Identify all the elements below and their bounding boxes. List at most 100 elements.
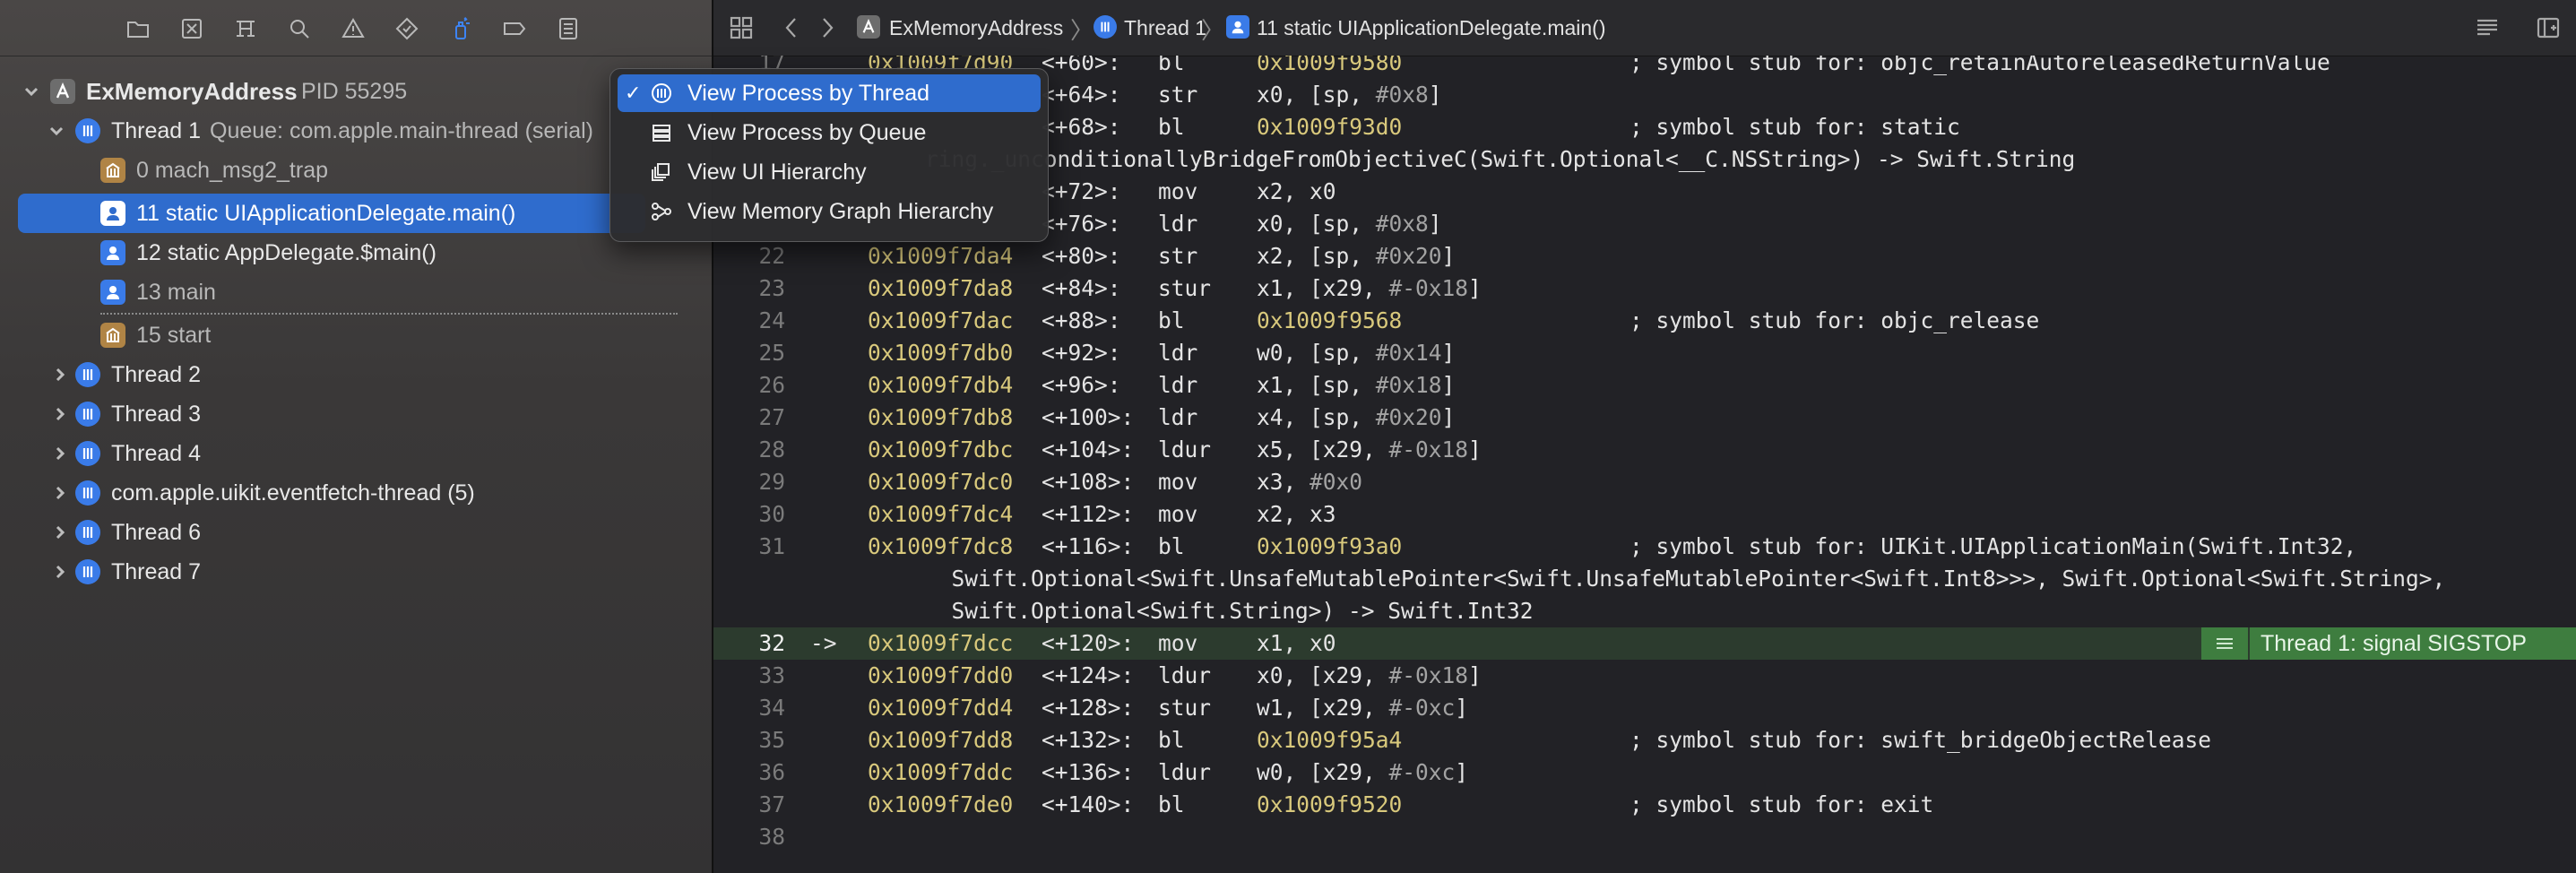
symbol-comment: ; symbol stub for: swift_bridgeObjectRel… bbox=[1629, 727, 2212, 753]
thread-row[interactable]: com.apple.uikit.eventfetch-thread (5) bbox=[0, 473, 712, 513]
chevron-right-icon[interactable] bbox=[50, 444, 70, 463]
line-number: 26 bbox=[758, 372, 785, 398]
thread-row[interactable]: Thread 6 bbox=[0, 513, 712, 552]
instruction-offset: <+76>: bbox=[1042, 211, 1121, 237]
breadcrumb-thread[interactable]: Thread 1 bbox=[1124, 13, 1206, 43]
user-code-icon bbox=[100, 240, 125, 265]
breadcrumb-frame[interactable]: 11 static UIApplicationDelegate.main() bbox=[1257, 13, 1605, 43]
thread-row[interactable]: Thread 7 bbox=[0, 552, 712, 592]
process-row[interactable]: ExMemoryAddress PID 55295 bbox=[0, 72, 712, 111]
related-items-grid-icon[interactable] bbox=[726, 13, 756, 43]
code-line[interactable]: 31 0x1009f7dc8 <+116>: bl 0x1009f93a0 ; symbo… bbox=[713, 531, 2576, 563]
stack-frame-row[interactable]: 15 start bbox=[0, 315, 712, 355]
stack-frame-label: 12 static AppDelegate.$main() bbox=[136, 239, 437, 265]
menu-item-view-process-by-thread[interactable]: ✓ View Process by Thread bbox=[618, 74, 1041, 112]
chevron-right-icon[interactable] bbox=[50, 365, 70, 385]
instruction-address: 0x1009f7db0 bbox=[868, 340, 1014, 366]
menu-item-view-memory-graph-hierarchy[interactable]: View Memory Graph Hierarchy bbox=[618, 193, 1041, 230]
stack-frame-row-selected[interactable]: 11 static UIApplicationDelegate.main() bbox=[0, 194, 712, 233]
stack-frame-row[interactable]: 13 main bbox=[0, 272, 712, 312]
operands: x1, x0 bbox=[1257, 630, 1336, 656]
symbol-comment: ; symbol stub for: objc_retainAutoreleas… bbox=[1629, 56, 2330, 75]
code-line[interactable]: 23 0x1009f7da8 <+84>: stur x1, [x29, #-0x18] bbox=[713, 272, 2576, 305]
thread-row[interactable]: Thread 3 bbox=[0, 394, 712, 434]
line-number: 34 bbox=[758, 695, 785, 721]
thread-row[interactable]: Thread 1 Queue: com.apple.main-thread (s… bbox=[0, 111, 712, 151]
code-line[interactable]: 33 0x1009f7dd0 <+124>: ldur x0, [x29, #-0x18… bbox=[713, 660, 2576, 692]
menu-item-view-ui-hierarchy[interactable]: View UI Hierarchy bbox=[618, 153, 1041, 191]
code-line[interactable]: 28 0x1009f7dbc <+104>: ldur x5, [x29, #-0x18… bbox=[713, 434, 2576, 466]
instruction-address: 0x1009f7db8 bbox=[868, 404, 1014, 430]
instruction-address: 0x1009f7dc8 bbox=[868, 533, 1014, 559]
chevron-down-icon[interactable] bbox=[47, 121, 66, 141]
operands: x2, x3 bbox=[1257, 501, 1336, 527]
line-number: 25 bbox=[758, 340, 785, 366]
thread-name: Thread 4 bbox=[111, 440, 202, 466]
current-instruction-line[interactable]: 32 -> 0x1009f7dcc <+120>: mov x1, x0 Thread 1:… bbox=[713, 627, 2576, 660]
chevron-right-icon[interactable] bbox=[50, 523, 70, 542]
stack-frame-row[interactable]: 12 static AppDelegate.$main() bbox=[0, 233, 712, 272]
menu-item-view-process-by-queue[interactable]: View Process by Queue bbox=[618, 114, 1041, 151]
chevron-down-icon[interactable] bbox=[22, 82, 41, 101]
code-line[interactable]: 25 0x1009f7db0 <+92>: ldr w0, [sp, #0x14] bbox=[713, 337, 2576, 369]
test-diamond-icon[interactable] bbox=[393, 14, 421, 43]
search-icon[interactable] bbox=[285, 14, 314, 43]
operands: x4, [sp, #0x20] bbox=[1257, 404, 1456, 430]
instruction-address: 0x1009f7dc0 bbox=[868, 469, 1014, 495]
opcode: ldr bbox=[1158, 372, 1198, 398]
code-line[interactable]: 29 0x1009f7dc0 <+108>: mov x3, #0x0 bbox=[713, 466, 2576, 498]
editor-options-lines-icon[interactable] bbox=[2472, 13, 2503, 43]
thread-row[interactable]: Thread 2 bbox=[0, 355, 712, 394]
source-control-icon[interactable] bbox=[177, 14, 206, 43]
warning-icon[interactable] bbox=[339, 14, 367, 43]
code-line[interactable]: Swift.Optional<Swift.UnsafeMutablePointe… bbox=[713, 563, 2576, 595]
symbol-navigator-icon[interactable] bbox=[231, 14, 260, 43]
back-arrow-icon[interactable] bbox=[776, 13, 807, 43]
operands: 0x1009f93d0 bbox=[1257, 114, 1403, 140]
add-editor-icon[interactable] bbox=[2533, 13, 2563, 43]
breadcrumb-process[interactable]: ExMemoryAddress bbox=[889, 13, 1063, 43]
chevron-right-icon[interactable] bbox=[50, 404, 70, 424]
opcode: bl bbox=[1158, 307, 1185, 333]
continued-comment: Swift.Optional<Swift.UnsafeMutablePointe… bbox=[925, 566, 2446, 592]
code-line[interactable]: 36 0x1009f7ddc <+136>: ldur w0, [x29, #-0xc] bbox=[713, 756, 2576, 789]
instruction-offset: <+116>: bbox=[1042, 533, 1135, 559]
library-icon bbox=[100, 158, 125, 183]
thread-name: Thread 2 bbox=[111, 361, 202, 387]
instruction-address: 0x1009f7dcc bbox=[868, 630, 1014, 656]
code-line[interactable]: Swift.Optional<Swift.String>) -> Swift.I… bbox=[713, 595, 2576, 627]
line-number: 33 bbox=[758, 662, 785, 688]
thread-icon bbox=[75, 520, 100, 545]
line-number: 38 bbox=[758, 824, 785, 850]
forward-arrow-icon[interactable] bbox=[812, 13, 843, 43]
operands: x0, [x29, #-0x18] bbox=[1257, 662, 1482, 688]
chevron-right-icon[interactable] bbox=[50, 483, 70, 503]
code-line[interactable]: 24 0x1009f7dac <+88>: bl 0x1009f9568 ; symbol… bbox=[713, 305, 2576, 337]
code-line[interactable]: 26 0x1009f7db4 <+96>: ldr x1, [sp, #0x18] bbox=[713, 369, 2576, 402]
thread-signal-badge[interactable]: Thread 1: signal SIGSTOP bbox=[2201, 627, 2576, 660]
code-line[interactable]: 22 0x1009f7da4 <+80>: str x2, [sp, #0x20] bbox=[713, 240, 2576, 272]
code-line[interactable]: 34 0x1009f7dd4 <+128>: stur w1, [x29, #-0xc] bbox=[713, 692, 2576, 724]
frames-elided-separator bbox=[100, 313, 678, 315]
code-line[interactable]: 35 0x1009f7dd8 <+132>: bl 0x1009f95a4 ; symbo… bbox=[713, 724, 2576, 756]
folder-icon[interactable] bbox=[124, 14, 152, 43]
code-line[interactable]: 30 0x1009f7dc4 <+112>: mov x2, x3 bbox=[713, 498, 2576, 531]
operands: x0, [sp, #0x8] bbox=[1257, 211, 1442, 237]
code-line[interactable]: 27 0x1009f7db8 <+100>: ldr x4, [sp, #0x20] bbox=[713, 402, 2576, 434]
opcode: mov bbox=[1158, 501, 1198, 527]
line-number: 37 bbox=[758, 791, 785, 817]
code-line[interactable]: 37 0x1009f7de0 <+140>: bl 0x1009f9520 ; symbo… bbox=[713, 789, 2576, 821]
line-number: 24 bbox=[758, 307, 785, 333]
debug-spray-icon[interactable] bbox=[446, 14, 475, 43]
stack-frame-row[interactable]: 0 mach_msg2_trap bbox=[0, 151, 712, 190]
code-line[interactable]: 38 bbox=[713, 821, 2576, 853]
instruction-offset: <+88>: bbox=[1042, 307, 1121, 333]
breakpoint-icon[interactable] bbox=[500, 14, 529, 43]
instruction-offset: <+132>: bbox=[1042, 727, 1135, 753]
thread-icon bbox=[75, 118, 100, 143]
report-icon[interactable] bbox=[554, 14, 583, 43]
thread-row[interactable]: Thread 4 bbox=[0, 434, 712, 473]
operands: 0x1009f93a0 bbox=[1257, 533, 1403, 559]
chevron-right-icon[interactable] bbox=[50, 562, 70, 582]
thread-name: Thread 6 bbox=[111, 519, 202, 545]
